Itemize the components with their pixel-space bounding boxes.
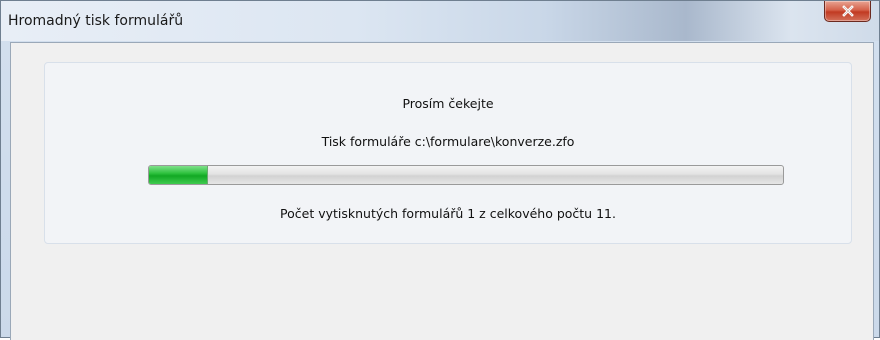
dialog-client-area: Prosím čekejte Tisk formuláře c:\formula… [10, 42, 874, 340]
wait-message: Prosím čekejte [402, 96, 494, 111]
progress-bar [148, 165, 784, 185]
progress-panel: Prosím čekejte Tisk formuláře c:\formula… [44, 62, 852, 244]
print-dialog-window: Hromadný tisk formulářů Prosím čekejte T… [0, 0, 880, 340]
close-icon [841, 5, 854, 17]
progress-bar-fill [149, 166, 208, 184]
close-button[interactable] [824, 1, 871, 22]
print-count-message: Počet vytisknutých formulářů 1 z celkové… [280, 206, 616, 221]
window-title: Hromadný tisk formulářů [8, 13, 184, 29]
title-bar[interactable]: Hromadný tisk formulářů [1, 1, 879, 41]
printing-file-message: Tisk formuláře c:\formulare\konverze.zfo [321, 134, 575, 149]
